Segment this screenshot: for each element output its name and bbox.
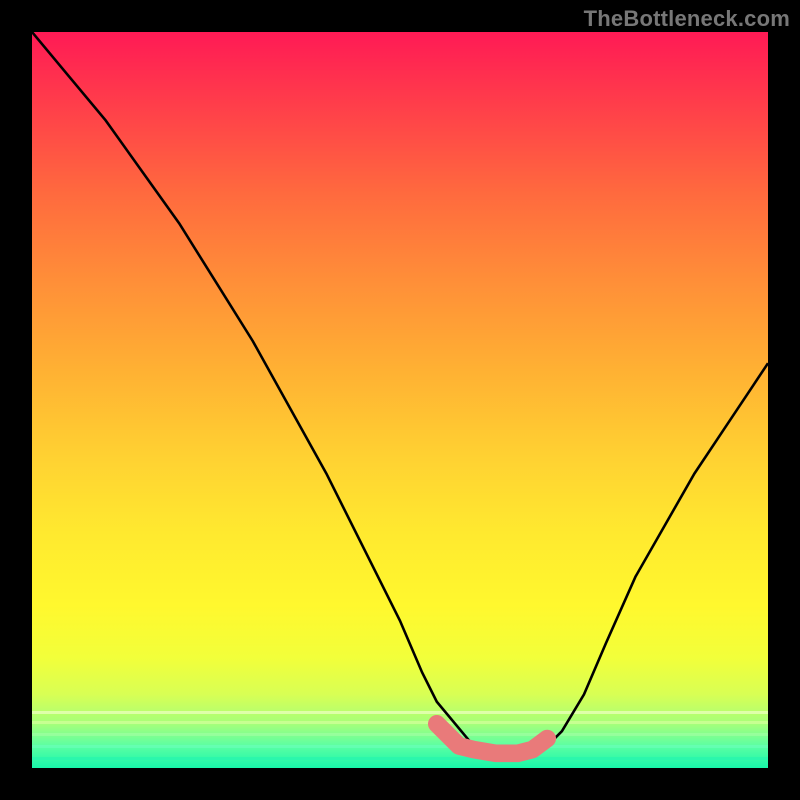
curve-layer xyxy=(32,32,768,768)
bottleneck-curve xyxy=(32,32,768,753)
plot-area xyxy=(32,32,768,768)
chart-frame: TheBottleneck.com xyxy=(0,0,800,800)
optimal-marker xyxy=(437,724,547,753)
watermark-text: TheBottleneck.com xyxy=(584,6,790,32)
